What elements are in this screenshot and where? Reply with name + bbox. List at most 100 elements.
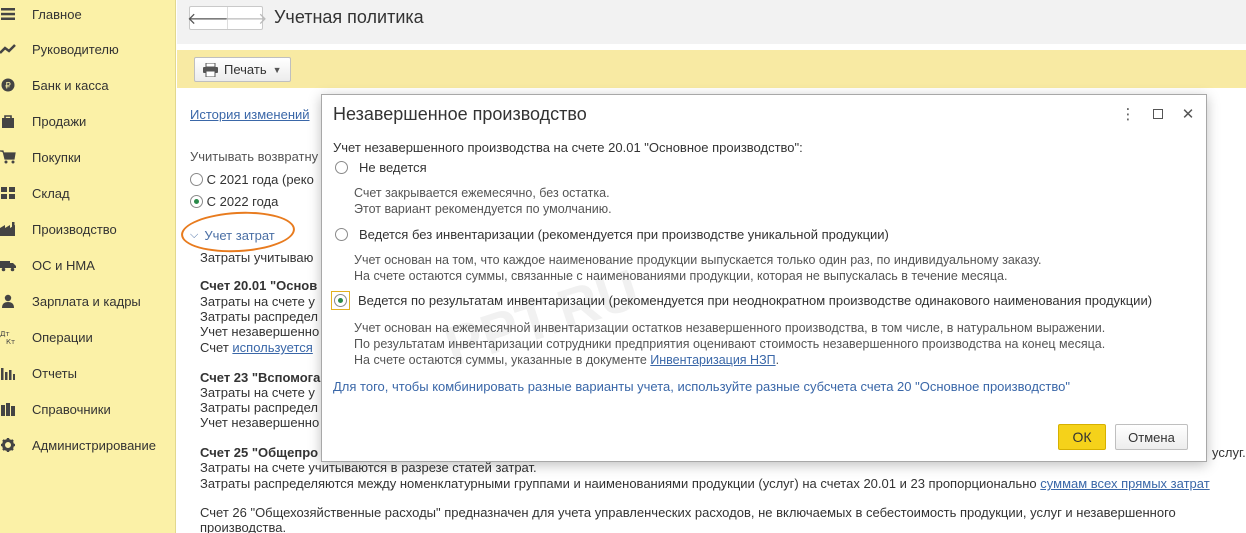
sidebar-item-label: Банк и касса [32, 77, 109, 93]
radio-icon [335, 228, 348, 241]
radio-box [332, 225, 351, 244]
bar-chart-icon [0, 365, 16, 381]
maximize-icon [1153, 109, 1163, 119]
period: . [775, 353, 780, 367]
sidebar-item-label: Производство [32, 221, 117, 237]
sidebar-item-sales[interactable]: Продажи [0, 103, 176, 139]
bg-line: Затраты распредел [200, 309, 318, 324]
sidebar-item-bank[interactable]: ₽ Банк и касса [0, 67, 176, 103]
svg-text:Дт: Дт [0, 330, 10, 338]
option-label: Не ведется [359, 160, 427, 175]
inventory-wip-link[interactable]: Инвентаризация НЗП [650, 353, 775, 367]
bg-line: Счет 25 "Общепро [200, 445, 319, 460]
history-link[interactable]: История изменений [190, 107, 310, 122]
printer-icon [203, 62, 218, 77]
option-hint: На счете остаются суммы, указанные в док… [354, 352, 779, 368]
sidebar-item-references[interactable]: Справочники [0, 391, 176, 427]
sidebar-item-label: Администрирование [32, 437, 156, 453]
radio-2021[interactable]: С 2021 года (реко [190, 172, 314, 187]
bg-line: Затраты распределяются между номенклатур… [200, 476, 1210, 491]
bg-line-text: Затраты распределяются между номенклатур… [200, 476, 1041, 491]
option-hint-text: На счете остаются суммы, указанные в док… [354, 353, 651, 367]
svg-text:Кт: Кт [6, 338, 15, 345]
radio-icon [190, 173, 203, 186]
sidebar-item-reports[interactable]: Отчеты [0, 355, 176, 391]
sidebar-item-production[interactable]: Производство [0, 211, 176, 247]
bg-line: Затраты на счете у [200, 294, 315, 309]
sidebar-item-operations[interactable]: Дт Кт Операции [0, 319, 176, 355]
back-button[interactable]: 🡐 [187, 7, 230, 29]
sidebar-item-purchases[interactable]: Покупки [0, 139, 176, 175]
chevron-down-icon: ⌵ [190, 229, 199, 241]
sidebar-item-salary[interactable]: Зарплата и кадры [0, 283, 176, 319]
radio-box [331, 291, 350, 310]
sidebar: Главное Руководителю ₽ Банк и касса Прод… [0, 0, 176, 533]
factory-icon [0, 221, 16, 237]
sidebar-item-fixed-assets[interactable]: ОС и НМА [0, 247, 176, 283]
sidebar-item-label: Зарплата и кадры [32, 293, 141, 309]
bg-line: Затраты на счете у [200, 385, 315, 400]
option-hint: Учет основан на ежемесячной инвентаризац… [354, 321, 1106, 335]
sidebar-item-admin[interactable]: Администрирование [0, 427, 176, 463]
close-button[interactable]: ✕ [1178, 104, 1198, 124]
return-label: Учитывать возвратну [190, 149, 319, 164]
books-icon [0, 401, 16, 417]
question-label: Учет незавершенного производства на счет… [333, 140, 803, 155]
person-icon [0, 293, 16, 309]
coin-icon: ₽ [0, 77, 16, 93]
gear-icon [0, 437, 16, 453]
sidebar-item-manager[interactable]: Руководителю [0, 31, 176, 67]
wip-dialog: PPT.RU Незавершенное производство ⋮ ✕ Уч… [321, 94, 1207, 462]
print-label: Печать [224, 62, 267, 77]
bg-line-text: Счет [200, 340, 233, 355]
sidebar-item-label: Покупки [32, 149, 81, 165]
radio-2022[interactable]: С 2022 года [190, 194, 278, 209]
option-label: Ведется по результатам инвентаризации (р… [358, 293, 1153, 308]
truck-icon [0, 257, 16, 273]
sidebar-item-label: Склад [32, 185, 70, 201]
arrow-right-icon: 🡒 [224, 10, 268, 28]
bg-line: Счет 26 "Общехозяйственные расходы" пред… [200, 505, 1176, 520]
used-link[interactable]: используется [232, 340, 312, 355]
sidebar-item-label: Руководителю [32, 41, 119, 57]
bg-line: производства. [200, 520, 287, 533]
forward-button[interactable]: 🡒 [225, 7, 267, 29]
command-bar: Печать ▼ [177, 50, 1246, 88]
dt-kt-icon: Дт Кт [0, 329, 16, 345]
option-hint: По результатам инвентаризации сотрудники… [354, 337, 1106, 351]
cancel-button[interactable]: Отмена [1115, 424, 1188, 450]
bg-line: Учет незавершенно [200, 324, 320, 339]
sidebar-item-main[interactable]: Главное [0, 0, 176, 32]
sidebar-item-label: Главное [32, 6, 82, 22]
sidebar-item-label: ОС и НМА [32, 257, 95, 273]
option-hint: Учет основан на том, что каждое наименов… [354, 253, 1042, 267]
radio-icon [335, 161, 348, 174]
sidebar-item-warehouse[interactable]: Склад [0, 175, 176, 211]
option-by-inventory[interactable]: Ведется по результатам инвентаризации (р… [331, 291, 1152, 310]
cost-group-toggle[interactable]: ⌵ Учет затрат [190, 228, 275, 243]
option-not-kept[interactable]: Не ведется [332, 158, 427, 177]
radio-box [332, 158, 351, 177]
option-hint: Счет закрывается ежемесячно, без остатка… [354, 186, 610, 200]
bg-line: Затраты на счете учитываются в разрезе с… [200, 460, 537, 475]
cart-icon [0, 149, 16, 165]
direct-costs-link[interactable]: суммам всех прямых затрат [1040, 476, 1209, 491]
chevron-down-icon: ▼ [272, 64, 282, 75]
radio-selected-icon [190, 195, 203, 208]
ok-button[interactable]: ОК [1058, 424, 1106, 450]
radio-selected-icon [334, 294, 347, 307]
close-icon: ✕ [1181, 106, 1195, 123]
warehouse-grid-icon [0, 185, 16, 201]
bg-line: Счет 23 "Вспомога [200, 370, 321, 385]
print-button[interactable]: Печать ▼ [194, 57, 291, 82]
more-button[interactable]: ⋮ [1118, 104, 1138, 124]
maximize-button[interactable] [1148, 104, 1168, 124]
radio-2022-label: С 2022 года [206, 194, 279, 209]
bg-line: Счет 20.01 "Основ [200, 278, 318, 293]
radio-2021-label: С 2021 года (реко [206, 172, 314, 187]
arrow-left-icon: 🡐 [187, 10, 230, 28]
bg-line-tail: услуг. [1212, 445, 1246, 460]
bg-line: Учет незавершенно [200, 415, 320, 430]
bg-line: Затраты учитываю [200, 250, 314, 265]
option-without-inventory[interactable]: Ведется без инвентаризации (рекомендуетс… [332, 225, 889, 244]
